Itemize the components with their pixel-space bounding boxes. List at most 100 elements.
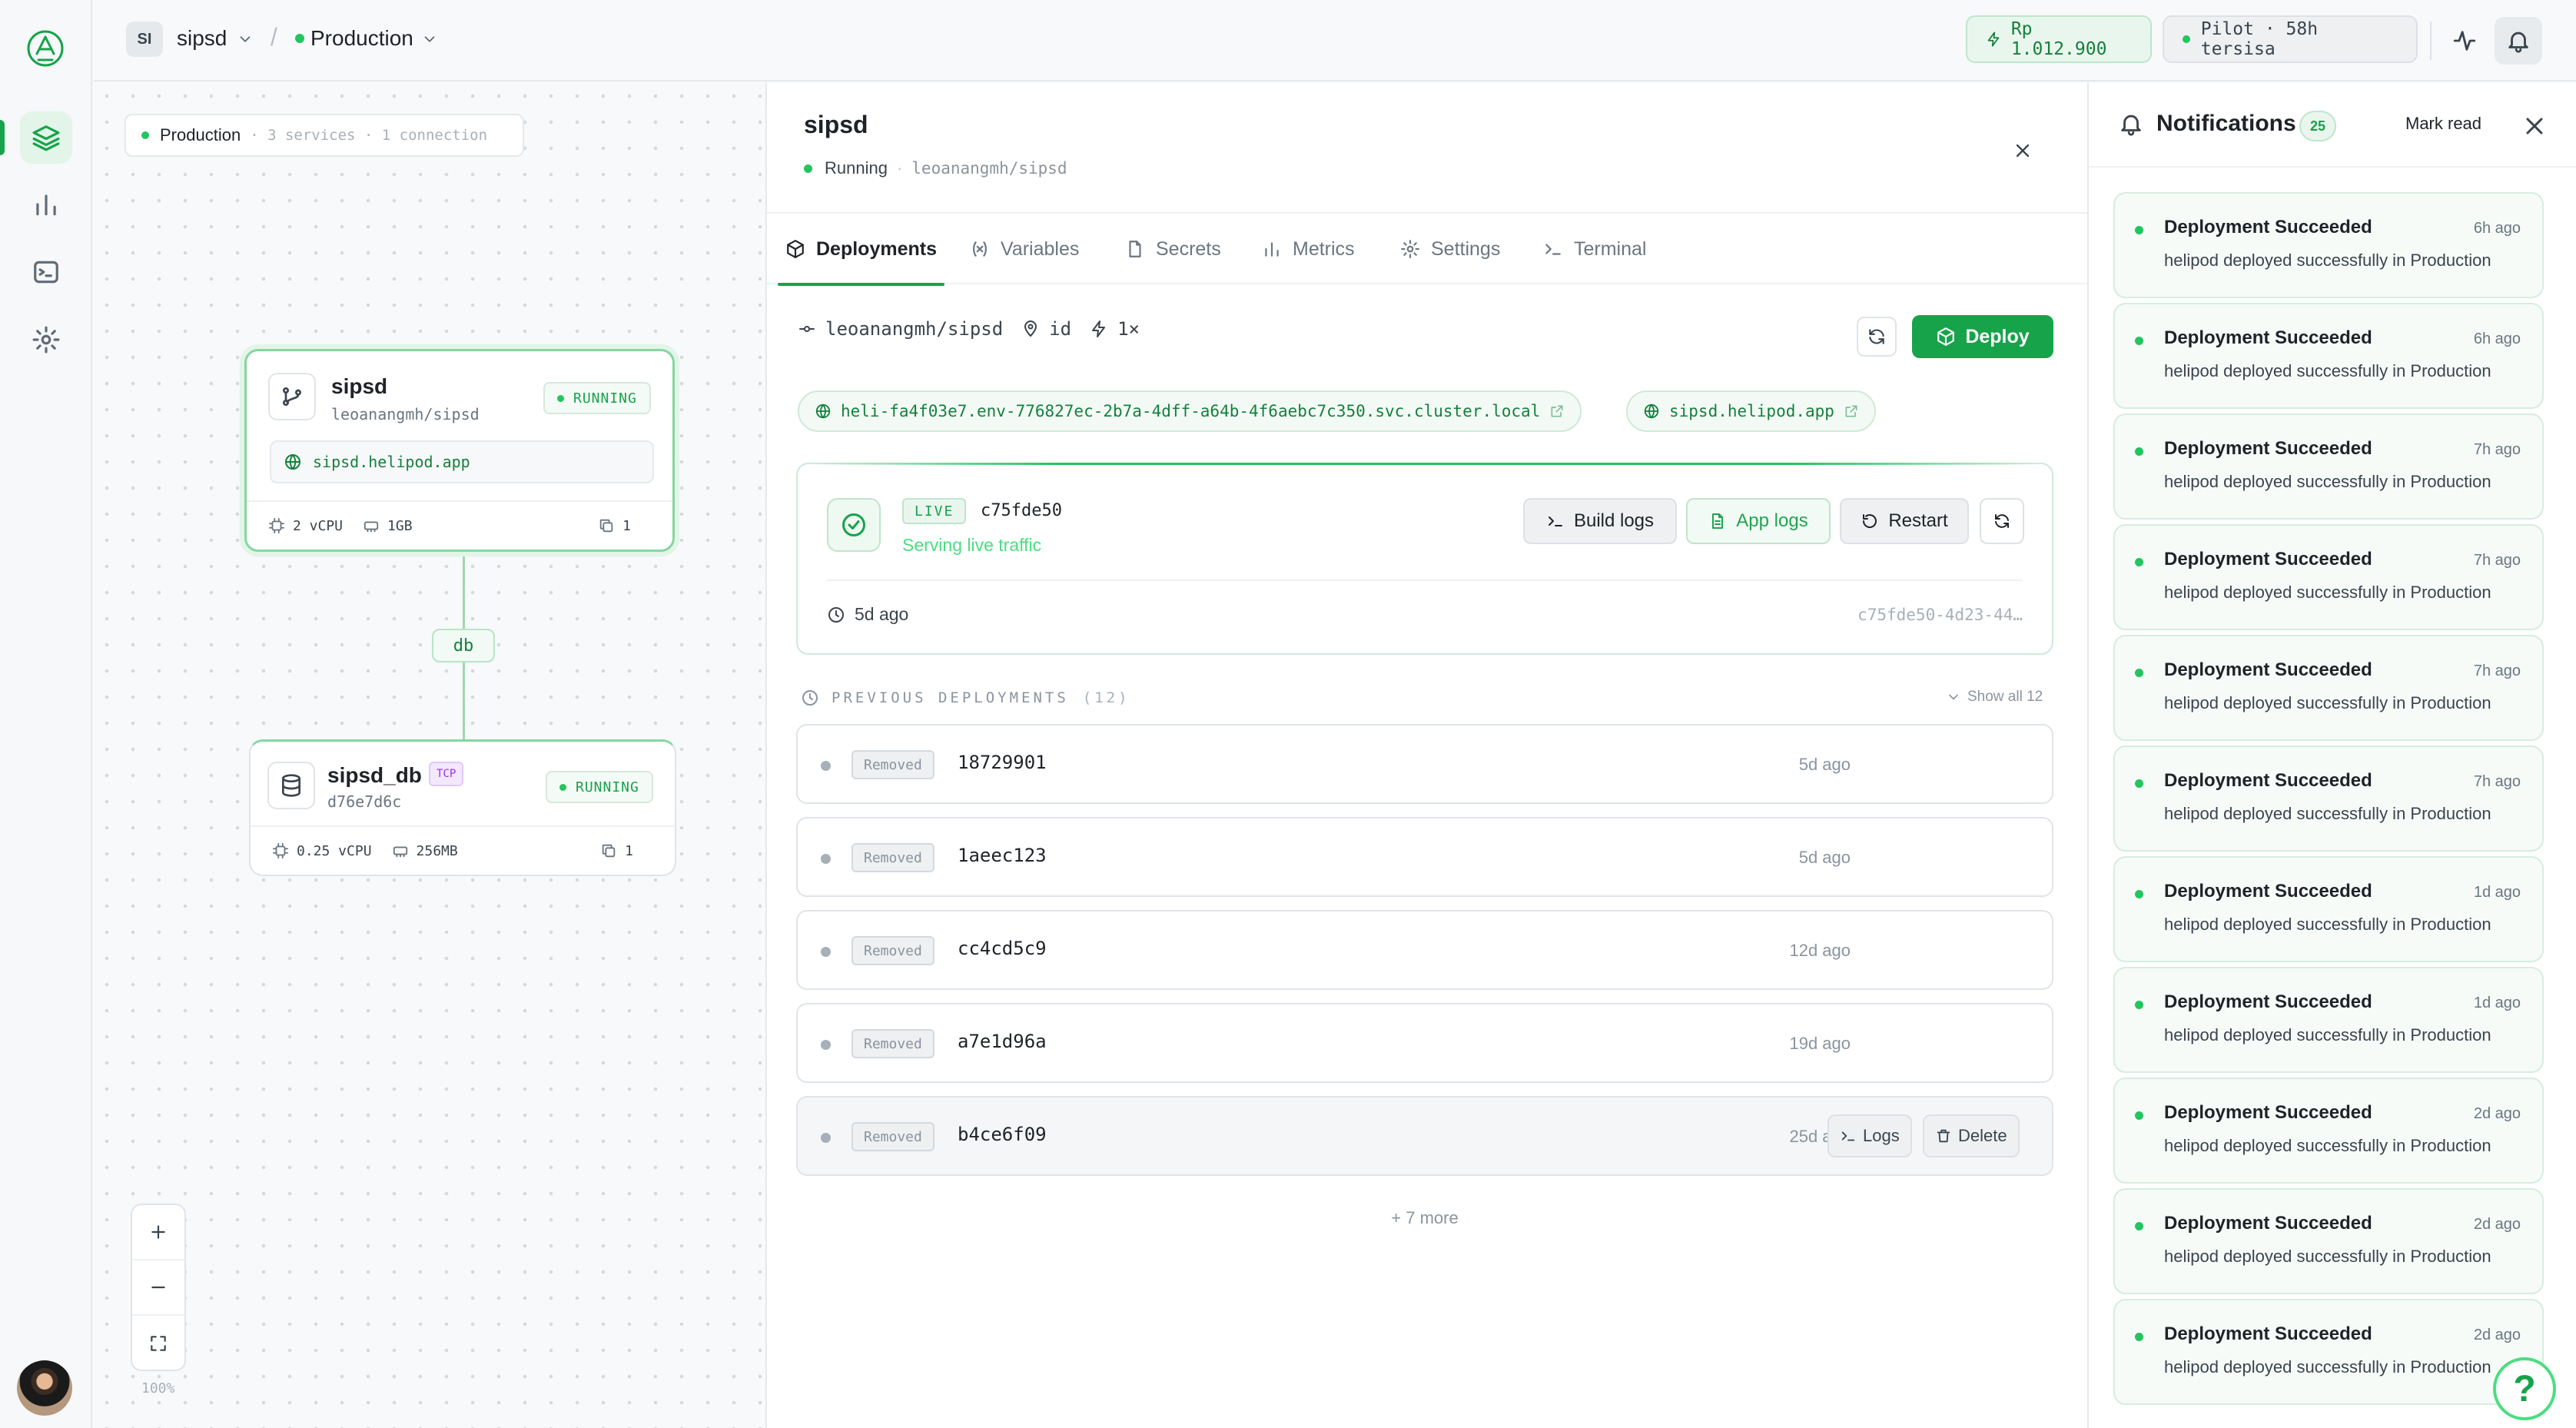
tab-label: Metrics	[1293, 237, 1355, 260]
close-icon	[2016, 144, 2030, 158]
source-info: leoanangmh/sipsd id 1×	[798, 318, 1158, 340]
project-canvas[interactable]: Production · 3 services · 1 connection d…	[94, 83, 765, 1428]
replicas-value: 1	[622, 517, 631, 534]
deploy-button[interactable]: Deploy	[1912, 315, 2053, 358]
public-url-link[interactable]: sipsd.helipod.app	[1626, 390, 1876, 432]
service-status: Running · leoanangmh/sipsd	[804, 158, 1067, 178]
more-deployments-link[interactable]: + 7 more	[767, 1208, 2083, 1228]
cpu-icon	[272, 842, 289, 859]
balance-pill[interactable]: Rp 1.012.900	[1966, 15, 2152, 63]
deployment-row[interactable]: Removed cc4cd5c9 12d ago	[796, 910, 2053, 990]
close-icon[interactable]	[2521, 112, 2548, 140]
user-avatar[interactable]	[17, 1360, 72, 1416]
notification-message: helipod deployed successfully in Product…	[2164, 1357, 2491, 1377]
variable-icon	[973, 241, 987, 257]
project-initials-badge[interactable]: SI	[126, 22, 163, 57]
notification-item[interactable]: Deployment Succeeded 2d ago helipod deploy…	[2113, 1299, 2544, 1405]
notification-title: Deployment Succeeded	[2164, 659, 2372, 680]
close-panel-button[interactable]	[2004, 132, 2041, 169]
terminal-prompt-icon	[1548, 516, 1562, 526]
tab-settings[interactable]: Settings	[1400, 214, 1500, 284]
row-logs-button[interactable]: Logs	[1827, 1114, 1912, 1157]
status-dot	[557, 394, 564, 402]
status-dot	[804, 164, 812, 173]
notification-dot	[2135, 779, 2143, 788]
service-card-sipsd[interactable]: sipsd leoanangmh/sipsd RUNNING sipsd.hel…	[244, 349, 675, 552]
plus-icon	[151, 1225, 165, 1239]
connection-label[interactable]: db	[432, 629, 495, 663]
refresh-button[interactable]	[1857, 317, 1897, 357]
refresh-icon	[1995, 514, 2009, 528]
top-header: SI sipsd / Production Rp 1.012.900 Pilot…	[94, 0, 2576, 81]
notification-item[interactable]: Deployment Succeeded 6h ago helipod deploy…	[2113, 303, 2544, 409]
mark-read-button[interactable]: Mark read	[2405, 114, 2481, 134]
deployment-row[interactable]: Removed 1aeec123 5d ago	[796, 817, 2053, 897]
notification-item[interactable]: Deployment Succeeded 1d ago helipod deploy…	[2113, 967, 2544, 1073]
tab-secrets[interactable]: Secrets	[1125, 214, 1221, 284]
tab-deployments[interactable]: Deployments	[778, 214, 944, 286]
zoom-in-button[interactable]	[132, 1205, 184, 1260]
notification-title: Deployment Succeeded	[2164, 217, 2372, 237]
notification-item[interactable]: Deployment Succeeded 2d ago helipod deploy…	[2113, 1188, 2544, 1294]
notification-item[interactable]: Deployment Succeeded 1d ago helipod deploy…	[2113, 856, 2544, 962]
divider	[827, 580, 2023, 581]
plan-pill[interactable]: Pilot · 58h tersisa	[2163, 15, 2418, 63]
git-commit-icon	[799, 326, 815, 332]
project-switcher[interactable]: sipsd	[177, 26, 227, 51]
header-divider	[2430, 22, 2432, 60]
notification-message: helipod deployed successfully in Product…	[2164, 693, 2491, 712]
notification-item[interactable]: Deployment Succeeded 2d ago helipod deploy…	[2113, 1078, 2544, 1184]
notification-message: helipod deployed successfully in Product…	[2164, 583, 2491, 602]
tab-label: Settings	[1431, 237, 1501, 260]
breadcrumb-separator: /	[271, 23, 277, 51]
service-card-sipsd-db[interactable]: sipsd_db TCP d76e7d6c RUNNING 0.25 vCPU …	[249, 739, 676, 876]
fit-view-button[interactable]	[132, 1316, 184, 1371]
environment-switcher[interactable]: Production	[310, 26, 413, 51]
deployment-row[interactable]: Removed a7e1d96a 19d ago	[796, 1003, 2053, 1083]
help-button[interactable]: ?	[2493, 1357, 2556, 1420]
notification-item[interactable]: Deployment Succeeded 7h ago helipod deploy…	[2113, 413, 2544, 520]
app-logs-button[interactable]: App logs	[1686, 498, 1831, 544]
rail-terminal-button[interactable]	[20, 246, 72, 298]
notification-item[interactable]: Deployment Succeeded 7h ago helipod deploy…	[2113, 635, 2544, 741]
commit-sha: 18729901	[958, 752, 1047, 773]
notification-item[interactable]: Deployment Succeeded 6h ago helipod deploy…	[2113, 192, 2544, 298]
rail-settings-button[interactable]	[20, 314, 72, 366]
activity-button[interactable]	[2441, 17, 2488, 65]
live-deployment-id[interactable]: c75fde50-4d23-44…	[1857, 606, 2023, 624]
rotate-ccw-icon	[1863, 514, 1877, 528]
environment-name: Production	[160, 125, 241, 144]
tab-terminal[interactable]: Terminal	[1543, 214, 1646, 284]
service-url-link[interactable]: sipsd.helipod.app	[270, 440, 654, 483]
bar-chart-icon	[1265, 242, 1279, 257]
redeploy-button[interactable]	[1980, 498, 2024, 544]
rail-active-indicator	[0, 120, 5, 155]
live-subtitle: Serving live traffic	[902, 535, 1042, 555]
rail-metrics-button[interactable]	[20, 178, 72, 231]
helipod-logo-icon[interactable]	[23, 26, 68, 71]
build-logs-button[interactable]: Build logs	[1523, 498, 1677, 544]
show-all-toggle[interactable]: Show all 12	[1946, 689, 2043, 706]
chevron-down-icon[interactable]	[237, 31, 254, 48]
notifications-button[interactable]	[2495, 17, 2542, 65]
status-text: RUNNING	[576, 779, 639, 795]
commit-sha: a7e1d96a	[958, 1031, 1047, 1052]
tab-metrics[interactable]: Metrics	[1262, 214, 1355, 284]
rail-projects-button[interactable]	[20, 111, 72, 164]
tab-variables[interactable]: Variables	[970, 214, 1079, 284]
notification-item[interactable]: Deployment Succeeded 7h ago helipod deploy…	[2113, 524, 2544, 630]
map-pin-icon	[1024, 320, 1037, 337]
row-delete-button[interactable]: Delete	[1923, 1114, 2020, 1157]
internal-url-link[interactable]: heli-fa4f03e7.env-776827ec-2b7a-4dff-a64…	[798, 390, 1582, 432]
deployment-row[interactable]: Removed 18729901 5d ago	[796, 724, 2053, 804]
notification-dot	[2135, 1333, 2143, 1341]
notifications-panel: Notifications 25 Mark read Deployment Su…	[2087, 83, 2576, 1428]
status-dot	[821, 947, 831, 957]
zoom-out-button[interactable]	[132, 1260, 184, 1316]
notification-item[interactable]: Deployment Succeeded 7h ago helipod deploy…	[2113, 746, 2544, 852]
status-dot	[821, 854, 831, 864]
deployment-row[interactable]: Removed b4ce6f09 25d ago Logs Delete	[796, 1096, 2053, 1176]
chevron-down-icon[interactable]	[421, 31, 438, 48]
restart-button[interactable]: Restart	[1840, 498, 1969, 544]
balance-value: Rp 1.012.900	[2010, 19, 2107, 59]
